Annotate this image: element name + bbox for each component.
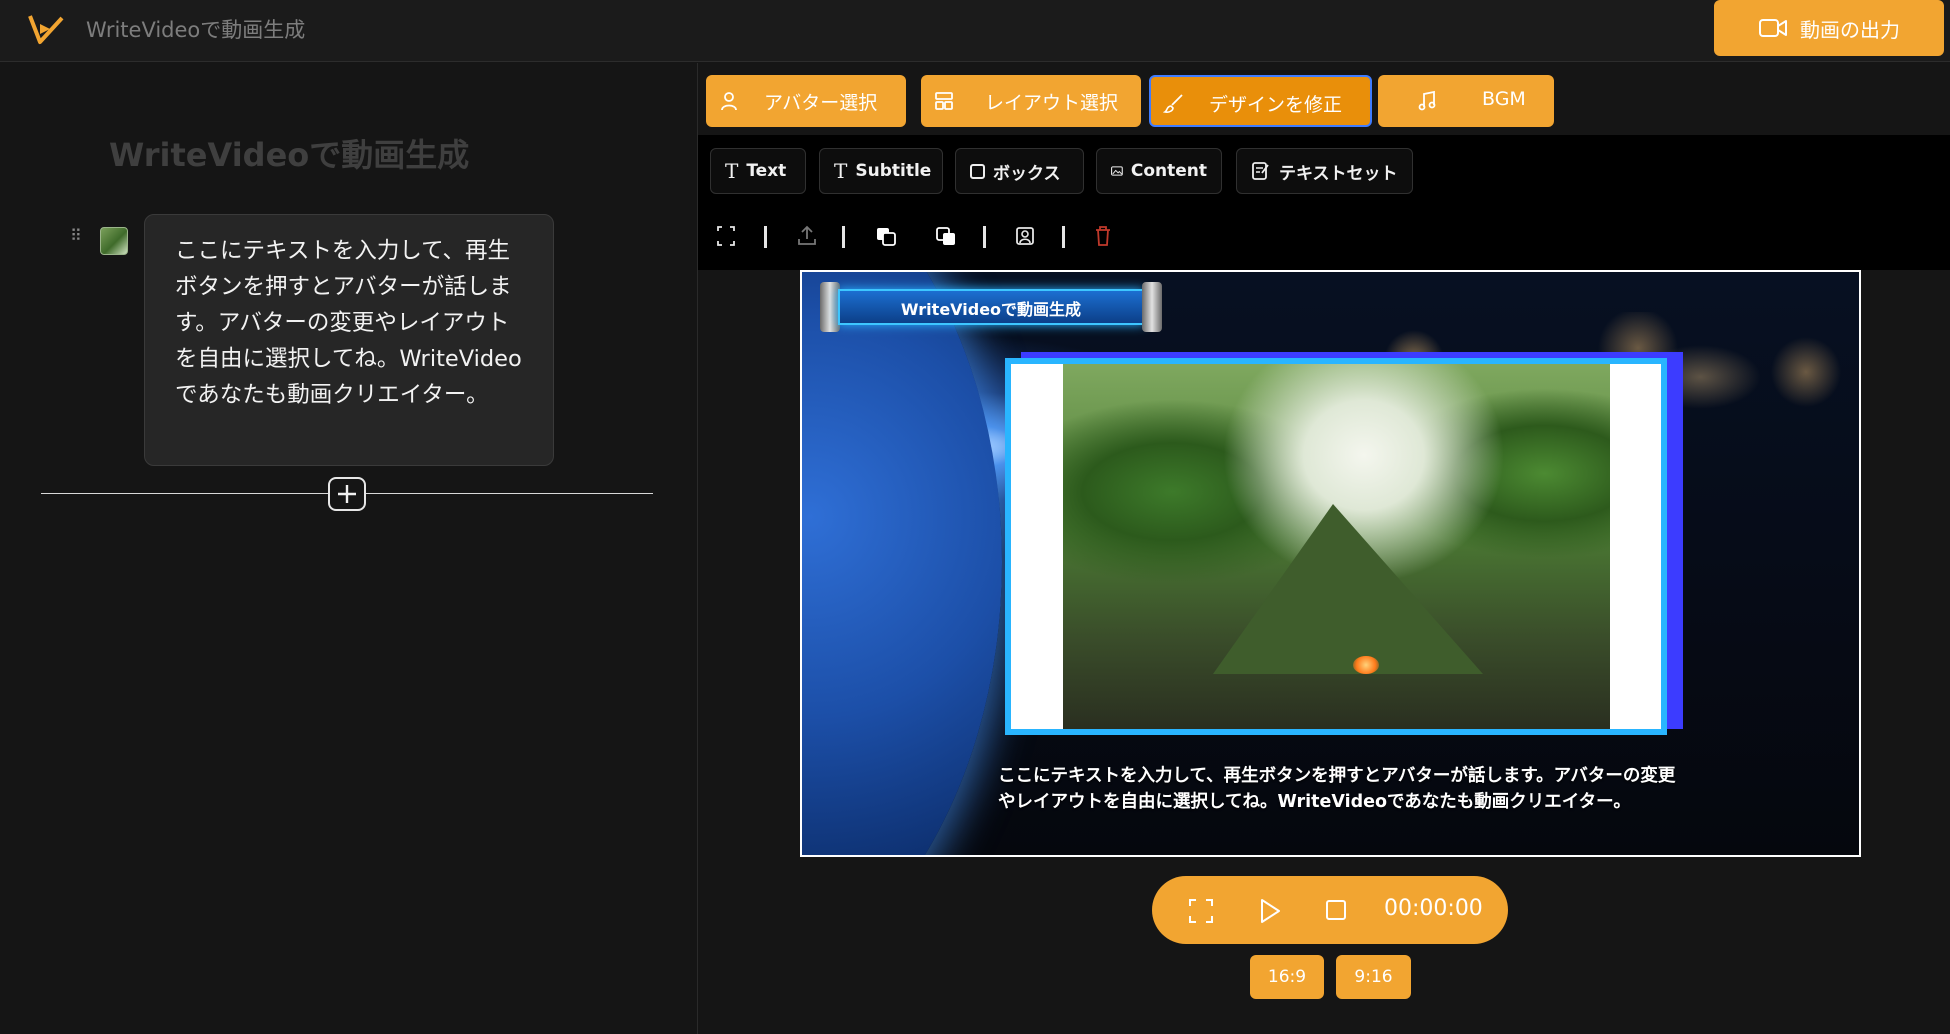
tool-label: テキストセット — [1279, 163, 1398, 184]
music-icon — [1418, 90, 1436, 111]
earth-background — [802, 272, 1002, 855]
text-icon: T — [725, 159, 739, 183]
brush-icon — [1163, 94, 1183, 113]
aspect-9-16-button[interactable]: 9:16 — [1336, 955, 1411, 999]
banner-title-text: WriteVideoで動画生成 — [900, 300, 1082, 319]
writevideo-logo-icon — [28, 15, 64, 44]
play-icon[interactable] — [1258, 897, 1282, 925]
tool-label: Subtitle — [855, 161, 932, 181]
separator — [764, 226, 767, 248]
tab-label: レイアウト選択 — [985, 92, 1119, 114]
stop-icon[interactable] — [1324, 898, 1348, 922]
tab-bgm[interactable]: BGM — [1378, 75, 1554, 127]
design-toolbar: T Text T Subtitle ボックス Content テキストセット — [698, 135, 1950, 270]
add-text-button[interactable]: T Text — [710, 148, 806, 194]
tab-layout-select[interactable]: レイアウト選択 — [921, 75, 1141, 127]
app-title: WriteVideoで動画生成 — [86, 18, 306, 42]
tool-label: Text — [746, 161, 787, 181]
tool-label: ボックス — [993, 163, 1061, 184]
scene-thumbnail[interactable] — [100, 227, 128, 255]
aspect-16-9-button[interactable]: 16:9 — [1250, 955, 1324, 999]
top-bar: WriteVideoで動画生成 動画の出力 — [0, 0, 1950, 62]
text-set-icon — [1252, 162, 1269, 180]
tab-avatar-select[interactable]: アバター選択 — [706, 75, 906, 127]
send-backward-icon[interactable] — [934, 221, 958, 251]
camping-photo — [1063, 364, 1610, 729]
timecode: 00:00:00 — [1384, 896, 1483, 921]
upload-icon[interactable] — [796, 221, 818, 251]
layout-icon — [935, 92, 953, 110]
project-heading: WriteVideoで動画生成 — [109, 136, 470, 174]
script-text-card[interactable]: ここにテキストを入力して、再生ボタンを押すとアバターが話します。アバターの変更や… — [144, 214, 554, 466]
add-box-button[interactable]: ボックス — [955, 148, 1084, 194]
bring-forward-icon[interactable] — [874, 221, 898, 251]
export-video-label: 動画の出力 — [1800, 17, 1900, 42]
user-icon — [721, 92, 737, 111]
trash-icon[interactable] — [1092, 221, 1114, 251]
image-icon — [1111, 166, 1123, 176]
subtitle-text[interactable]: ここにテキストを入力して、再生ボタンを押すとアバターが話します。アバターの変更や… — [998, 763, 1688, 815]
separator — [842, 226, 845, 248]
banner-cap-left — [820, 282, 840, 332]
add-text-set-button[interactable]: テキストセット — [1236, 148, 1413, 194]
content-image-frame[interactable] — [1005, 358, 1667, 735]
playback-controls: 00:00:00 — [1152, 876, 1508, 944]
script-panel: WriteVideoで動画生成 ⠿ ここにテキストを入力して、再生ボタンを押すと… — [0, 63, 698, 1034]
box-icon — [970, 163, 985, 179]
video-preview-stage[interactable]: WriteVideoで動画生成 ここにテキストを入力して、再生ボタンを押すとアバ… — [800, 270, 1861, 857]
fullscreen-icon[interactable] — [716, 221, 736, 251]
campfire-glow — [1353, 656, 1379, 674]
editor-tabs: アバター選択 レイアウト選択 デザインを修正 BGM — [698, 63, 1950, 135]
separator — [1062, 226, 1065, 248]
fullscreen-icon[interactable] — [1188, 898, 1214, 924]
tent-shape — [1213, 504, 1483, 674]
add-subtitle-button[interactable]: T Subtitle — [819, 148, 943, 194]
tab-label: BGM — [1482, 88, 1526, 110]
separator — [983, 226, 986, 248]
add-content-button[interactable]: Content — [1096, 148, 1222, 194]
tab-label: デザインを修正 — [1209, 94, 1343, 116]
tab-edit-design[interactable]: デザインを修正 — [1149, 75, 1372, 127]
text-icon: T — [834, 159, 848, 183]
tab-label: アバター選択 — [764, 92, 878, 114]
avatar-frame-icon[interactable] — [1014, 221, 1036, 251]
video-camera-icon — [1759, 19, 1787, 37]
banner-cap-right — [1142, 282, 1162, 332]
plus-icon — [338, 485, 356, 503]
tool-label: Content — [1130, 161, 1207, 181]
export-video-button[interactable]: 動画の出力 — [1714, 0, 1944, 56]
add-scene-button[interactable] — [328, 477, 366, 511]
drag-handle-icon[interactable]: ⠿ — [70, 226, 82, 245]
title-banner[interactable]: WriteVideoで動画生成 — [820, 282, 1162, 332]
